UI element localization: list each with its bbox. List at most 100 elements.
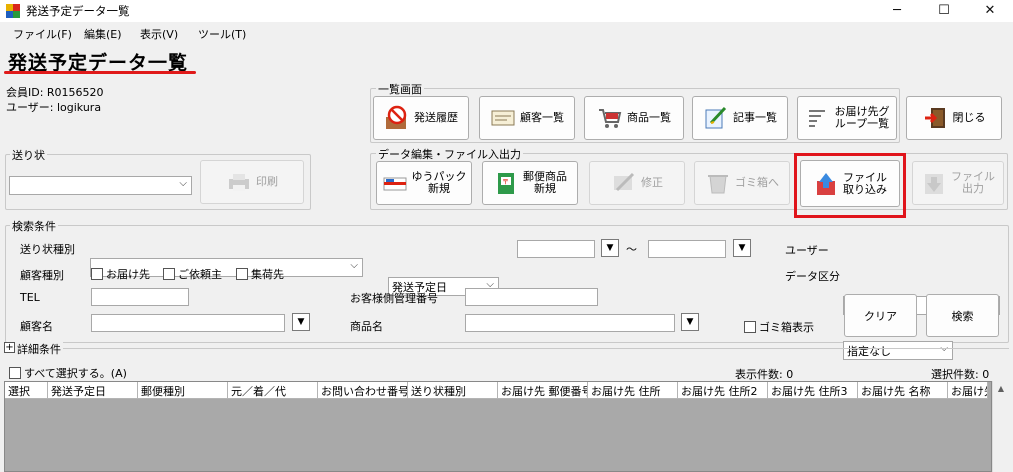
date-to-input[interactable] <box>648 240 726 258</box>
triangle-down-icon: ▼ <box>297 317 305 327</box>
data-class-value: 指定なし <box>847 345 891 358</box>
scroll-up-icon[interactable]: ▲ <box>993 384 1009 393</box>
print-button[interactable]: 印刷 <box>200 160 304 204</box>
data-edit-label: データ編集・ファイル入出力 <box>376 146 523 162</box>
vertical-scrollbar[interactable]: ▲ <box>992 381 1009 472</box>
shipping-history-button[interactable]: 発送履歴 <box>373 96 469 140</box>
customer-list-button[interactable]: 顧客一覧 <box>479 96 575 140</box>
column-header[interactable]: お問い合わせ番号 <box>318 382 408 399</box>
date-to-dropdown[interactable]: ▼ <box>733 239 751 257</box>
checkbox-pickup-label: 集荷先 <box>251 268 284 281</box>
window-title: 発送予定データ一覧 <box>26 4 130 18</box>
postal-bag-icon: 〒 <box>498 173 514 194</box>
app-icon <box>6 4 20 18</box>
maximize-button[interactable]: ☐ <box>921 0 967 22</box>
column-header[interactable]: お届け先 <box>948 382 988 399</box>
search-button[interactable]: 検索 <box>926 294 999 337</box>
customer-mgmt-input[interactable] <box>465 288 598 306</box>
article-list-button[interactable]: 記事一覧 <box>692 96 788 140</box>
invoice-label: 送り状 <box>10 147 47 163</box>
yupack-new-label: ゆうパック 新規 <box>411 170 467 195</box>
customer-type-label: 顧客種別 <box>20 269 64 282</box>
highlight-box <box>794 153 906 218</box>
customer-name-label: 顧客名 <box>20 320 53 333</box>
column-header[interactable]: 発送予定日 <box>48 382 138 399</box>
title-underline <box>4 71 196 74</box>
grouped-list-icon <box>808 110 825 127</box>
user-label: ユーザー <box>785 244 829 257</box>
customer-name-input[interactable] <box>91 314 285 332</box>
column-header[interactable]: お届け先 住所 <box>588 382 678 399</box>
column-header[interactable]: お届け先 住所2 <box>678 382 768 399</box>
clear-button[interactable]: クリア <box>844 294 917 337</box>
postal-item-new-label: 郵便商品 新規 <box>523 170 567 195</box>
trash-display-checkbox[interactable]: ゴミ箱表示 <box>744 319 814 335</box>
checkbox-requester-label: ご依頼主 <box>178 268 222 281</box>
yupack-new-button[interactable]: ゆうパック 新規 <box>376 161 472 205</box>
checkbox-requester[interactable]: ご依頼主 <box>163 266 222 282</box>
delivery-group-list-button[interactable]: お届け先グ ループ一覧 <box>797 96 897 140</box>
expand-plus-icon[interactable]: + <box>4 342 15 353</box>
svg-text:〒: 〒 <box>502 178 509 186</box>
invoice-select[interactable]: ⌵ <box>9 176 192 195</box>
checkbox-delivery-dest[interactable]: お届け先 <box>91 266 150 282</box>
product-name-input[interactable] <box>465 314 675 332</box>
search-label: 検索条件 <box>10 218 58 234</box>
edit-label: 修正 <box>641 176 663 189</box>
menu-tools[interactable]: ツール(T) <box>198 26 246 42</box>
tel-input[interactable] <box>91 288 189 306</box>
member-id: 会員ID: R0156520 <box>6 86 104 99</box>
invoice-type-label: 送り状種別 <box>20 243 75 256</box>
postal-item-new-button[interactable]: 〒 郵便商品 新規 <box>482 161 578 205</box>
triangle-down-icon: ▼ <box>686 317 694 327</box>
edit-button[interactable]: 修正 <box>589 161 685 205</box>
close-button[interactable]: 閉じる <box>906 96 1002 140</box>
trash-icon <box>708 175 728 194</box>
selected-count: 選択件数: 0 <box>931 368 990 381</box>
customer-name-dropdown[interactable]: ▼ <box>292 313 310 331</box>
move-to-trash-button[interactable]: ゴミ箱へ <box>694 161 790 205</box>
column-header[interactable]: お届け先 郵便番号 <box>498 382 588 399</box>
date-from-dropdown[interactable]: ▼ <box>601 239 619 257</box>
shipping-history-label: 発送履歴 <box>414 111 458 124</box>
checkbox-pickup[interactable]: 集荷先 <box>236 266 284 282</box>
exit-door-icon <box>924 108 945 128</box>
details-label[interactable]: 詳細条件 <box>15 341 63 357</box>
print-label: 印刷 <box>256 175 278 188</box>
column-header[interactable]: 元／着／代 <box>228 382 318 399</box>
triangle-down-icon: ▼ <box>738 243 746 253</box>
file-export-label: ファイル 出力 <box>951 170 995 195</box>
column-header[interactable]: 送り状種別 <box>408 382 498 399</box>
customer-list-label: 顧客一覧 <box>520 111 564 124</box>
menu-file[interactable]: ファイル(F) <box>13 26 72 42</box>
no-shipping-icon <box>386 105 407 129</box>
checkbox-icon <box>163 268 175 280</box>
column-header[interactable]: 選択 <box>5 382 48 399</box>
details-divider <box>5 348 1009 349</box>
user-info: ユーザー: logikura <box>6 101 102 114</box>
checkbox-icon <box>9 367 21 379</box>
checkbox-icon <box>236 268 248 280</box>
column-header[interactable]: お届け先 名称 <box>858 382 948 399</box>
delivery-group-list-label: お届け先グ ループ一覧 <box>834 105 890 130</box>
minimize-button[interactable]: ─ <box>874 0 920 22</box>
product-list-button[interactable]: 商品一覧 <box>584 96 684 140</box>
product-list-label: 商品一覧 <box>627 111 671 124</box>
select-all-checkbox[interactable]: すべて選択する。(A) <box>9 365 127 381</box>
display-count: 表示件数: 0 <box>735 368 794 381</box>
title-bar <box>0 0 1013 22</box>
checkbox-delivery-dest-label: お届け先 <box>106 268 150 281</box>
yupack-box-icon <box>383 177 406 191</box>
printer-icon <box>229 174 249 191</box>
checkbox-icon <box>91 268 103 280</box>
product-name-dropdown[interactable]: ▼ <box>681 313 699 331</box>
close-window-button[interactable]: ✕ <box>967 0 1013 22</box>
file-export-button[interactable]: ファイル 出力 <box>912 161 1004 205</box>
menu-edit[interactable]: 編集(E) <box>84 26 122 42</box>
move-to-trash-label: ゴミ箱へ <box>735 176 779 189</box>
data-class-select[interactable]: 指定なし ⌵ <box>843 341 953 360</box>
date-from-input[interactable] <box>517 240 595 258</box>
column-header[interactable]: 郵便種別 <box>138 382 228 399</box>
column-header[interactable]: お届け先 住所3 <box>768 382 858 399</box>
menu-view[interactable]: 表示(V) <box>140 26 178 42</box>
